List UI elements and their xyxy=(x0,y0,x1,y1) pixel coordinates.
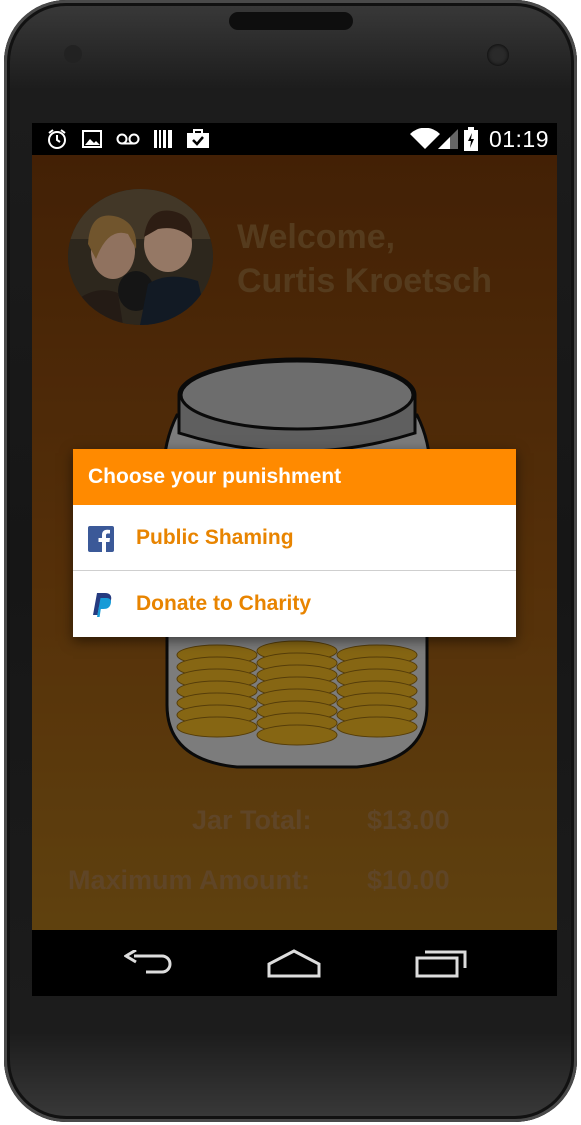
front-camera xyxy=(487,44,509,66)
navigation-bar xyxy=(32,930,557,996)
option-donate-to-charity[interactable]: Donate to Charity xyxy=(73,570,516,636)
paypal-icon xyxy=(87,591,115,622)
image-icon xyxy=(82,129,102,149)
barcode-icon xyxy=(153,129,173,149)
clock: 01:19 xyxy=(488,126,549,152)
wifi-icon xyxy=(410,128,440,149)
screen: 01:19 Welcome, Curtis Kroetsch Jar Total… xyxy=(32,123,557,996)
proximity-sensor xyxy=(64,45,82,63)
punishment-dialog: Choose your punishment Public Shaming Do… xyxy=(73,449,516,637)
facebook-icon xyxy=(88,526,114,557)
status-bar: 01:19 xyxy=(32,123,557,155)
briefcase-check-icon xyxy=(186,129,210,149)
dialog-title: Choose your punishment xyxy=(73,449,516,505)
phone-frame: 01:19 Welcome, Curtis Kroetsch Jar Total… xyxy=(4,0,577,1122)
earpiece-speaker xyxy=(229,12,353,30)
battery-charging-icon xyxy=(463,127,479,151)
recents-icon[interactable] xyxy=(415,948,467,983)
voicemail-icon xyxy=(116,129,140,149)
option-public-shaming[interactable]: Public Shaming xyxy=(73,505,516,570)
alarm-icon xyxy=(46,129,68,149)
cell-signal-icon xyxy=(438,129,458,149)
back-icon[interactable] xyxy=(123,948,174,983)
option-label: Public Shaming xyxy=(136,525,294,549)
home-icon[interactable] xyxy=(267,948,321,983)
option-label: Donate to Charity xyxy=(136,591,312,615)
